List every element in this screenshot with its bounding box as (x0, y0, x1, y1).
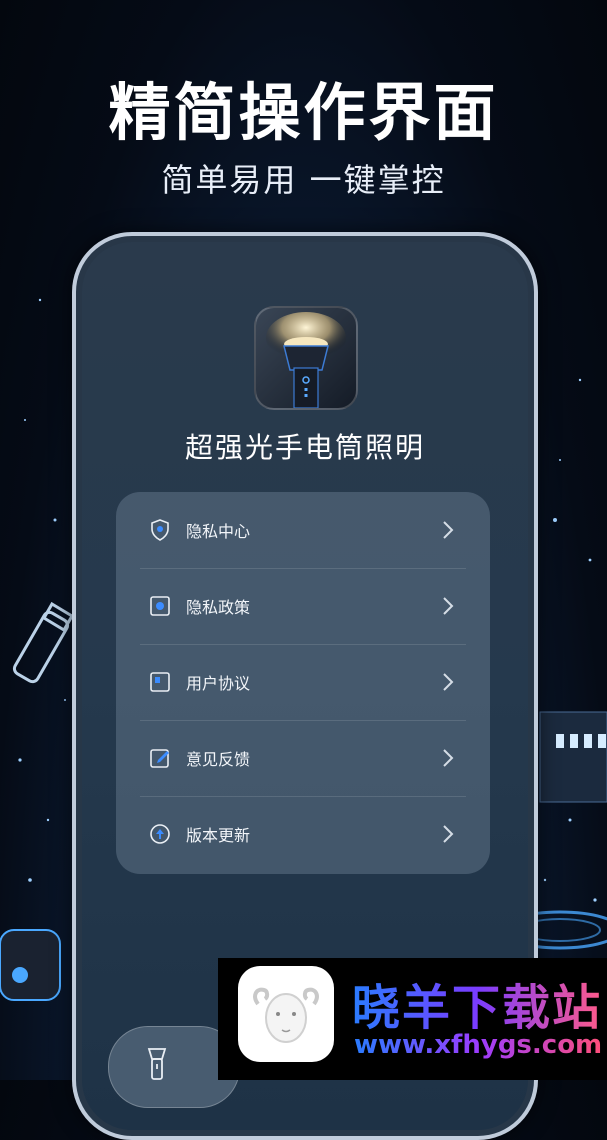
privacy-doc-icon (148, 594, 172, 618)
watermark-site-name: 晓羊下载站 (352, 968, 602, 1038)
hero-subtitle: 简单易用 一键掌控 (161, 161, 446, 199)
flashlight-icon (145, 1047, 169, 1085)
chevron-right-icon (436, 668, 460, 696)
menu-item-version-update[interactable]: 版本更新 (116, 796, 490, 872)
chevron-right-icon (436, 592, 460, 620)
menu-item-label: 版本更新 (186, 826, 251, 845)
chevron-right-icon (436, 516, 460, 544)
shield-icon (148, 518, 172, 542)
settings-menu: 隐私中心 隐私政策 用户协议 意见反馈 版本更新 (116, 492, 490, 874)
menu-item-feedback[interactable]: 意见反馈 (116, 720, 490, 796)
app-title: 超强光手电筒照明 (184, 431, 425, 464)
flashlight-icon (254, 306, 358, 410)
chevron-right-icon (436, 744, 460, 772)
menu-item-privacy-center[interactable]: 隐私中心 (116, 492, 490, 568)
watermark-url: www.xfhygs.com (354, 1030, 603, 1060)
menu-item-label: 用户协议 (186, 674, 251, 693)
menu-item-user-agreement[interactable]: 用户协议 (116, 644, 490, 720)
site-watermark: 晓羊下载站 www.xfhygs.com (218, 958, 607, 1080)
menu-item-label: 隐私中心 (186, 522, 251, 541)
menu-item-label: 意见反馈 (186, 750, 251, 769)
update-icon (148, 822, 172, 846)
chevron-right-icon (436, 820, 460, 848)
agreement-icon (148, 670, 172, 694)
menu-item-label: 隐私政策 (186, 598, 251, 617)
sheep-logo-icon (238, 966, 334, 1062)
edit-icon (148, 746, 172, 770)
menu-item-privacy-policy[interactable]: 隐私政策 (116, 568, 490, 644)
hero-title: 精简操作界面 (108, 76, 499, 149)
